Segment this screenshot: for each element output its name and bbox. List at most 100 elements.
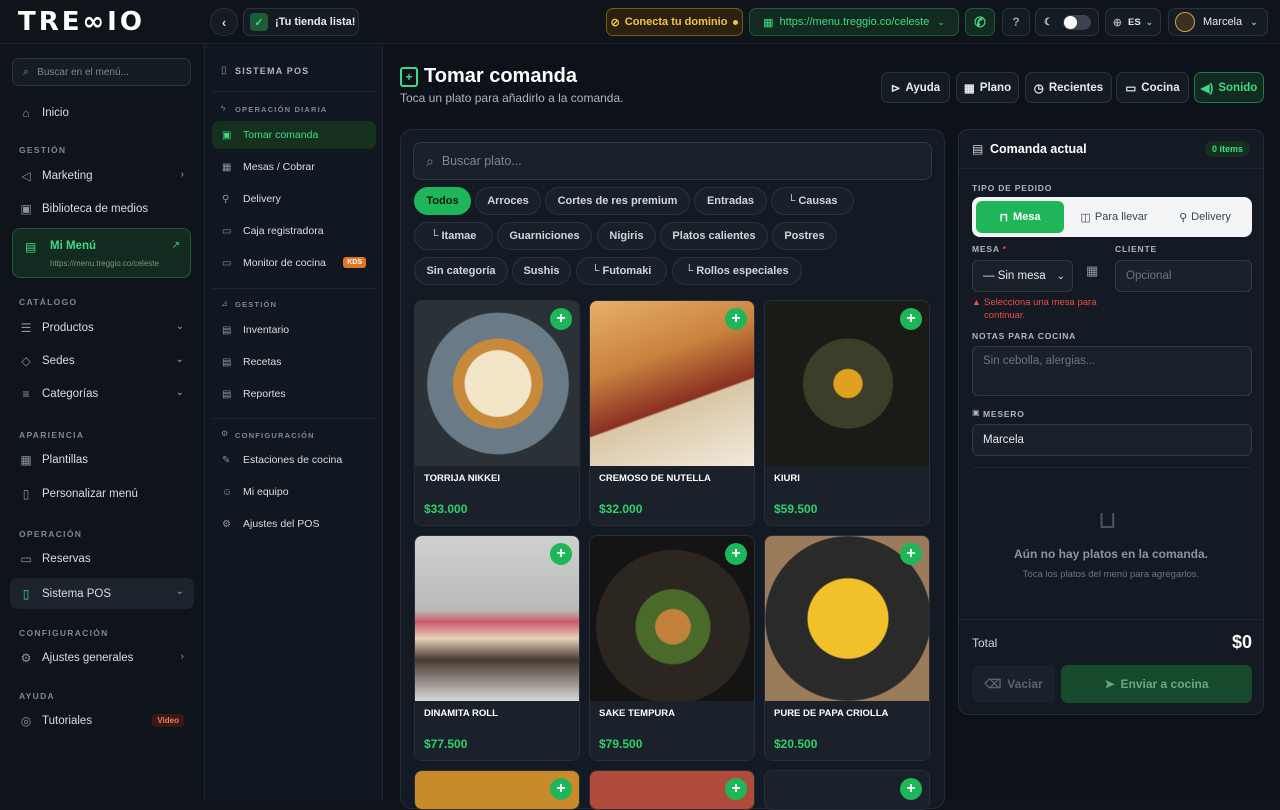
- grid-icon: ▦: [222, 161, 232, 173]
- add-dish-button[interactable]: +: [725, 778, 747, 800]
- plano-button[interactable]: ▦ Plano: [956, 72, 1019, 103]
- sidebar-item-plantillas[interactable]: ▦ Plantillas: [10, 446, 194, 474]
- collapse-sidebar-button[interactable]: ‹: [210, 8, 238, 36]
- dish-card[interactable]: +: [414, 770, 580, 810]
- section-title-apariencia: APARIENCIA: [19, 430, 85, 440]
- sidebar-item-sedes[interactable]: ◇ Sedes ⌄: [10, 347, 194, 375]
- category-chip[interactable]: Sin categoría: [414, 257, 508, 285]
- store-ready-button[interactable]: ✓ ¡Tu tienda lista!: [243, 8, 359, 36]
- category-chip[interactable]: Sushis: [512, 257, 571, 285]
- pos-item-mesas[interactable]: ▦ Mesas / Cobrar: [212, 153, 376, 181]
- dish-name: CREMOSO DE NUTELLA: [599, 473, 711, 484]
- sidebar-item-ajustes[interactable]: ⚙ Ajustes generales ›: [10, 644, 194, 672]
- mesa-select[interactable]: — Sin mesa ⌄: [972, 260, 1073, 292]
- sidebar-item-label: Reservas: [42, 553, 91, 565]
- cliente-input[interactable]: Opcional: [1115, 260, 1252, 292]
- add-dish-button[interactable]: +: [900, 778, 922, 800]
- category-chip[interactable]: Nigiris: [597, 222, 656, 250]
- sidebar-item-personalizar[interactable]: ▯ Personalizar menú: [10, 480, 194, 508]
- help-button[interactable]: ?: [1002, 8, 1030, 36]
- recientes-button[interactable]: ◷ Recientes: [1025, 72, 1112, 103]
- whatsapp-icon: ✆: [974, 13, 986, 30]
- category-chip[interactable]: Postres: [772, 222, 837, 250]
- add-dish-button[interactable]: +: [550, 543, 572, 565]
- category-chip[interactable]: Platos calientes: [660, 222, 768, 250]
- image-icon: ▣: [20, 202, 32, 216]
- dish-card[interactable]: + CREMOSO DE NUTELLA $32.000: [589, 300, 755, 526]
- pos-item-inventario[interactable]: ▤ Inventario: [212, 316, 376, 344]
- mesero-value: Marcela: [983, 434, 1024, 446]
- external-link-icon[interactable]: ↗: [172, 240, 180, 251]
- sidebar-item-sistema-pos[interactable]: ▯ Sistema POS ⌄: [10, 578, 194, 609]
- dish-search-input[interactable]: ⌕ Buscar plato...: [413, 142, 932, 180]
- pos-item-recetas[interactable]: ▤ Recetas: [212, 348, 376, 376]
- sidebar-item-reservas[interactable]: ▭ Reservas: [10, 545, 194, 573]
- table-grid-icon[interactable]: ▦: [1086, 263, 1098, 279]
- dish-card[interactable]: + TORRIJA NIKKEI $33.000: [414, 300, 580, 526]
- dish-price: $77.500: [424, 737, 468, 751]
- sidebar-item-biblioteca[interactable]: ▣ Biblioteca de medios: [10, 195, 194, 223]
- order-type-para-llevar[interactable]: ◫ Para llevar: [1069, 201, 1159, 233]
- pos-item-monitor[interactable]: ▭ Monitor de cocina KDS: [212, 249, 376, 277]
- brand-logo[interactable]: TRE∞IO: [18, 7, 145, 37]
- add-dish-button[interactable]: +: [900, 308, 922, 330]
- sidebar-item-productos[interactable]: ☰ Productos ⌄: [10, 314, 194, 342]
- category-chip[interactable]: Todos: [414, 187, 471, 215]
- menu-url-button[interactable]: ▦ https://menu.treggio.co/celeste ⌄: [749, 8, 959, 36]
- main-sidebar: ⌕ Buscar en el menú... ⌂ Inicio GESTIÓN ◁…: [0, 44, 205, 800]
- grid-icon: ▦: [963, 82, 975, 95]
- dish-card[interactable]: +: [589, 770, 755, 810]
- dish-card[interactable]: +: [764, 770, 930, 810]
- pos-item-delivery[interactable]: ⚲ Delivery: [212, 185, 376, 213]
- pos-item-caja[interactable]: ▭ Caja registradora: [212, 217, 376, 245]
- cocina-button[interactable]: ▭ Cocina: [1116, 72, 1189, 103]
- dish-card[interactable]: + DINAMITA ROLL $77.500: [414, 535, 580, 761]
- category-chip[interactable]: └ Itamae: [414, 222, 493, 250]
- vaciar-button[interactable]: ⌫ Vaciar: [972, 665, 1055, 703]
- ayuda-button[interactable]: ⊳ Ayuda: [881, 72, 950, 103]
- mesero-input[interactable]: Marcela: [972, 424, 1252, 456]
- category-chip[interactable]: Arroces: [475, 187, 541, 215]
- user-menu[interactable]: Marcela ⌄: [1168, 8, 1268, 36]
- pos-item-tomar-comanda[interactable]: ▣ Tomar comanda: [212, 121, 376, 149]
- connect-domain-button[interactable]: ⊘ Conecta tu dominio: [606, 8, 743, 36]
- whatsapp-button[interactable]: ✆: [965, 8, 995, 36]
- clipboard-icon: ▣: [222, 129, 232, 141]
- category-chip[interactable]: └ Rollos especiales: [672, 257, 802, 285]
- enviar-cocina-button[interactable]: ➤ Enviar a cocina: [1061, 665, 1252, 703]
- sidebar-item-inicio[interactable]: ⌂ Inicio: [10, 99, 194, 127]
- add-dish-button[interactable]: +: [900, 543, 922, 565]
- clock-icon: ◷: [1033, 82, 1044, 95]
- divider: [212, 288, 376, 289]
- add-dish-button[interactable]: +: [725, 543, 747, 565]
- sidebar-item-marketing[interactable]: ◁ Marketing ›: [10, 162, 194, 190]
- pos-item-reportes[interactable]: ▤ Reportes: [212, 380, 376, 408]
- add-dish-button[interactable]: +: [550, 778, 572, 800]
- order-type-delivery[interactable]: ⚲ Delivery: [1162, 201, 1248, 233]
- category-chip[interactable]: └ Futomaki: [576, 257, 667, 285]
- order-type-mesa[interactable]: ⊓ Mesa: [976, 201, 1064, 233]
- notas-textarea[interactable]: Sin cebolla, alergias...: [972, 346, 1252, 396]
- language-selector[interactable]: ⊕ ES ⌄: [1105, 8, 1161, 36]
- report-icon: ▤: [222, 388, 232, 400]
- play-icon: ◎: [20, 714, 32, 728]
- sonido-button[interactable]: ◀) Sonido: [1194, 72, 1264, 103]
- sidebar-search-input[interactable]: ⌕ Buscar en el menú...: [12, 58, 191, 86]
- pos-item-ajustes[interactable]: ⚙ Ajustes del POS: [212, 510, 376, 538]
- pos-item-estaciones[interactable]: ✎ Estaciones de cocina: [212, 446, 376, 474]
- sidebar-item-tutoriales[interactable]: ◎ Tutoriales Video: [10, 707, 194, 735]
- mi-menu-card[interactable]: ▤ Mi Menú ↗ https://menu.treggio.co/cele…: [12, 228, 191, 278]
- category-chip[interactable]: Cortes de res premium: [545, 187, 690, 215]
- pos-item-equipo[interactable]: ☺ Mi equipo: [212, 478, 376, 506]
- dish-card[interactable]: + PURE DE PAPA CRIOLLA $20.500: [764, 535, 930, 761]
- dish-card[interactable]: + KIURI $59.500: [764, 300, 930, 526]
- dish-card[interactable]: + SAKE TEMPURA $79.500: [589, 535, 755, 761]
- category-chip[interactable]: Entradas: [694, 187, 767, 215]
- sidebar-item-categorias[interactable]: ≡ Categorías ⌄: [10, 380, 194, 408]
- calendar-icon: ▭: [20, 552, 32, 566]
- category-chip[interactable]: Guarniciones: [497, 222, 592, 250]
- add-dish-button[interactable]: +: [725, 308, 747, 330]
- add-dish-button[interactable]: +: [550, 308, 572, 330]
- theme-toggle[interactable]: ☾: [1035, 8, 1099, 36]
- category-chip[interactable]: └ Causas: [771, 187, 854, 215]
